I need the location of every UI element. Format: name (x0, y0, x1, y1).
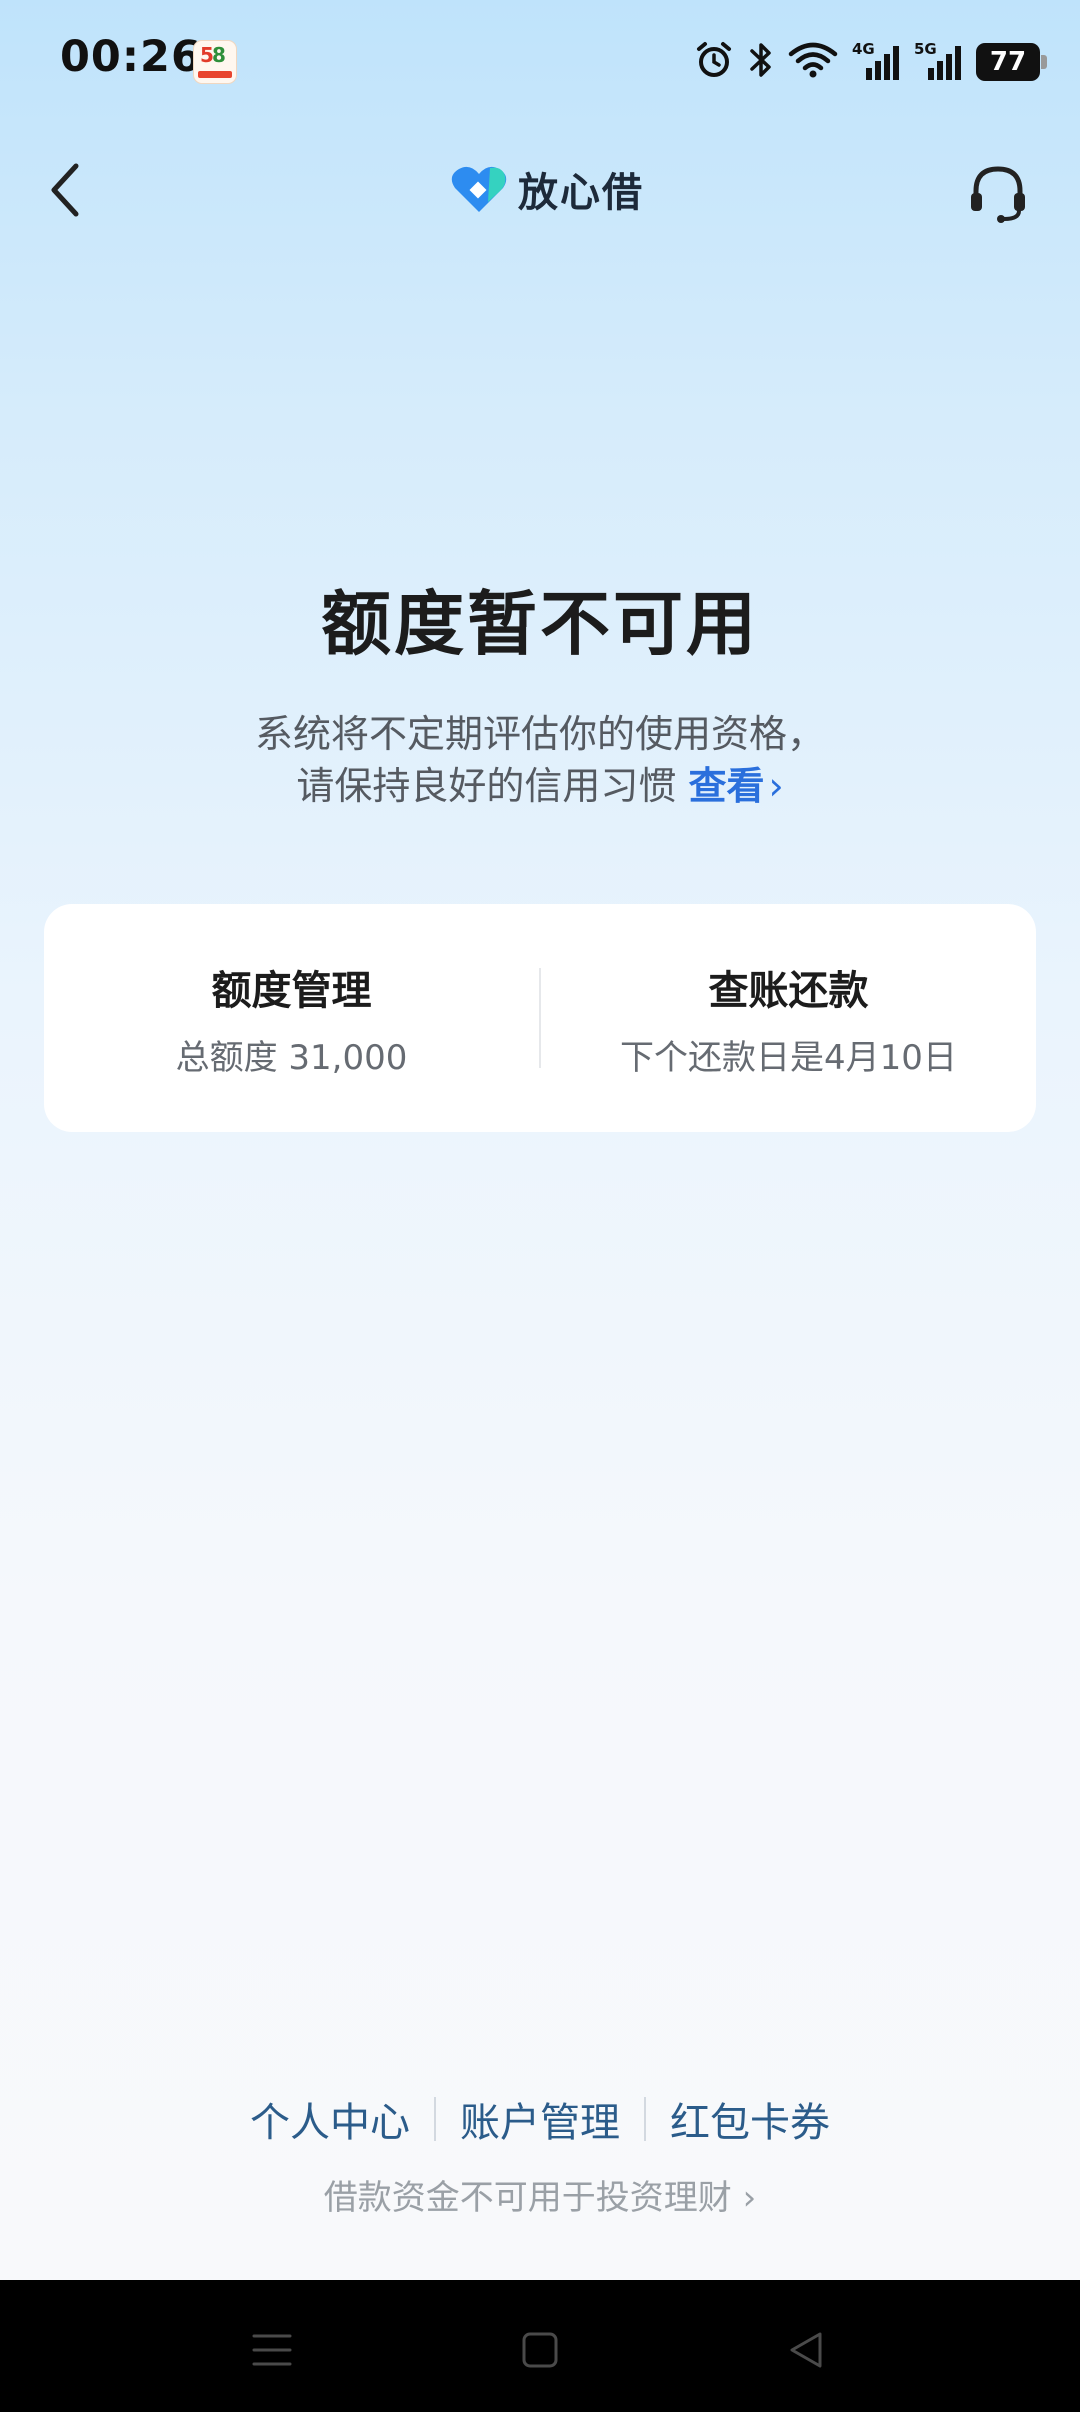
signal-4g-icon: 4G (852, 40, 900, 82)
view-link[interactable]: 查看 › (688, 764, 783, 808)
back-triangle-icon (790, 2332, 822, 2368)
description-line-2: 请保持良好的信用习惯 查看 › (0, 760, 1080, 812)
headset-icon (971, 166, 1025, 223)
footer-links: 个人中心 账户管理 红包卡券 (0, 2090, 1080, 2148)
disclaimer-link[interactable]: 借款资金不可用于投资理财 › (0, 2170, 1080, 2219)
status-bar: 00:26 5 8 4G 5G 77 (0, 0, 1080, 120)
status-description: 系统将不定期评估你的使用资格， 请保持良好的信用习惯 查看 › (0, 708, 1080, 812)
back-chevron-icon (51, 163, 79, 217)
menu-icon (252, 2334, 292, 2366)
home-square-icon (522, 2332, 558, 2368)
battery-indicator: 77 (976, 43, 1047, 81)
home-nav-button[interactable] (510, 2320, 570, 2380)
description-line-1: 系统将不定期评估你的使用资格， (254, 712, 825, 756)
credit-management-title: 额度管理 (211, 967, 372, 1014)
bluetooth-icon (748, 40, 774, 84)
next-repayment-date: 下个还款日是4月10日 (620, 1037, 957, 1078)
signal-5g-icon: 5G (914, 40, 962, 82)
total-credit-value: 总额度 31,000 (175, 1037, 408, 1078)
credit-management-entry[interactable]: 额度管理 总额度 31,000 (44, 958, 539, 1079)
heart-logo-icon (451, 166, 507, 212)
wifi-icon (788, 40, 838, 84)
bill-repayment-title: 查账还款 (708, 967, 869, 1014)
app-logo: 放心借 (450, 160, 644, 218)
app-name: 放心借 (518, 170, 644, 216)
customer-service-button[interactable] (962, 158, 1034, 230)
status-icons: 4G 5G 77 (694, 36, 1047, 88)
menu-nav-button[interactable] (242, 2320, 302, 2380)
notification-app-icon: 5 8 (193, 40, 237, 84)
bill-repayment-entry[interactable]: 查账还款 下个还款日是4月10日 (541, 958, 1036, 1079)
alarm-icon (694, 40, 734, 84)
system-navigation-bar (0, 2280, 1080, 2412)
chevron-right-icon: › (768, 764, 784, 808)
back-button[interactable] (34, 158, 98, 222)
account-card: 额度管理 总额度 31,000 查账还款 下个还款日是4月10日 (44, 904, 1036, 1132)
coupons-link[interactable]: 红包卡券 (646, 2090, 854, 2148)
app-header: 放心借 (0, 140, 1080, 240)
status-time: 00:26 (60, 32, 202, 82)
page-title: 额度暂不可用 (321, 583, 759, 665)
account-management-link[interactable]: 账户管理 (436, 2090, 644, 2148)
personal-center-link[interactable]: 个人中心 (226, 2090, 434, 2148)
back-nav-button[interactable] (776, 2320, 836, 2380)
